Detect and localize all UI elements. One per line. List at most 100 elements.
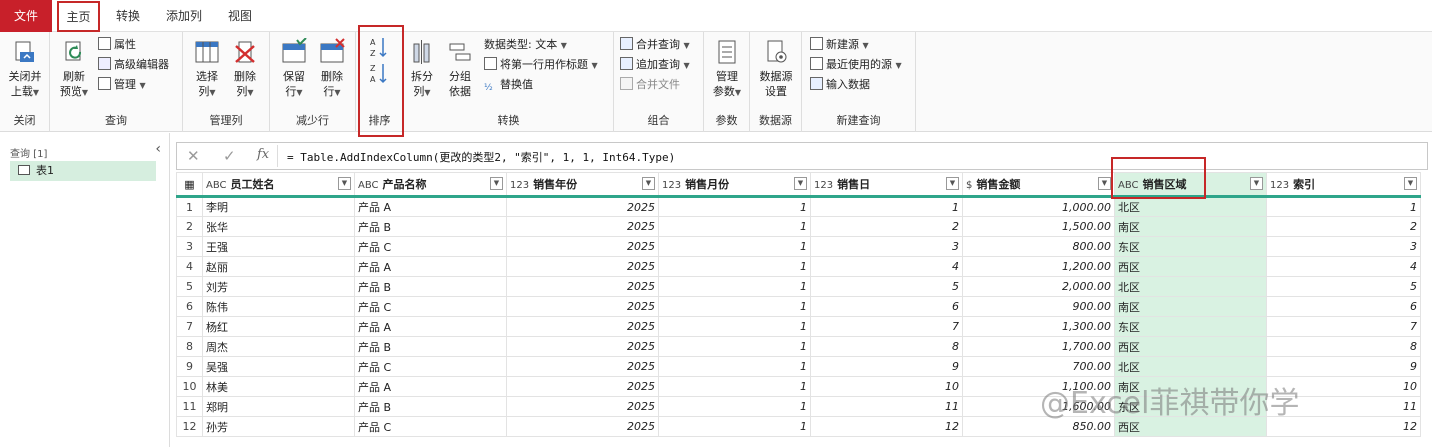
refresh-preview-button[interactable]: 刷新 预览▼ bbox=[56, 38, 92, 100]
table-cell[interactable]: 杨红 bbox=[202, 316, 355, 337]
cancel-icon[interactable]: ✕ bbox=[187, 147, 200, 165]
formula-input[interactable]: = Table.AddIndexColumn(更改的类型2, "索引", 1, … bbox=[287, 149, 675, 165]
table-cell[interactable]: 2025 bbox=[506, 376, 659, 397]
table-cell[interactable]: 产品 B bbox=[354, 396, 507, 417]
row-number[interactable]: 2 bbox=[176, 216, 203, 237]
column-header[interactable]: 123 销售月份 ▼ bbox=[658, 172, 811, 198]
table-cell[interactable]: 1 bbox=[658, 256, 811, 277]
column-header[interactable]: ABC 产品名称 ▼ bbox=[354, 172, 507, 198]
new-source-button[interactable]: 新建源 ▼ bbox=[810, 36, 869, 54]
row-number[interactable]: 3 bbox=[176, 236, 203, 257]
table-cell[interactable]: 7 bbox=[1266, 316, 1421, 337]
table-cell[interactable]: 周杰 bbox=[202, 336, 355, 357]
table-cell[interactable]: 西区 bbox=[1114, 336, 1267, 357]
table-cell[interactable]: 2025 bbox=[506, 316, 659, 337]
column-header[interactable]: ABC 员工姓名 ▼ bbox=[202, 172, 355, 198]
row-number[interactable]: 6 bbox=[176, 296, 203, 317]
table-cell[interactable]: 9 bbox=[810, 356, 963, 377]
table-cell[interactable]: 6 bbox=[1266, 296, 1421, 317]
table-cell[interactable]: 1 bbox=[658, 316, 811, 337]
table-cell[interactable]: 刘芳 bbox=[202, 276, 355, 297]
table-row[interactable]: 8 周杰 产品 B 2025 1 8 1,700.00 西区 8 bbox=[176, 336, 1421, 357]
recent-sources-button[interactable]: 最近使用的源 ▼ bbox=[810, 56, 902, 74]
group-by-button[interactable]: 分组 依据 bbox=[444, 38, 476, 99]
table-cell[interactable]: 北区 bbox=[1114, 196, 1267, 217]
table-cell[interactable]: 6 bbox=[810, 296, 963, 317]
table-cell[interactable]: 南区 bbox=[1114, 296, 1267, 317]
row-number[interactable]: 7 bbox=[176, 316, 203, 337]
close-apply-button[interactable]: 关闭并 上载▼ bbox=[4, 38, 46, 100]
table-cell[interactable]: 林美 bbox=[202, 376, 355, 397]
table-cell[interactable]: 2 bbox=[1266, 216, 1421, 237]
table-row[interactable]: 6 陈伟 产品 C 2025 1 6 900.00 南区 6 bbox=[176, 296, 1421, 317]
table-cell[interactable]: 2025 bbox=[506, 236, 659, 257]
table-cell[interactable]: 产品 A bbox=[354, 196, 507, 217]
table-cell[interactable]: 南区 bbox=[1114, 216, 1267, 237]
advanced-editor-button[interactable]: 高级编辑器 bbox=[98, 56, 169, 74]
table-cell[interactable]: 北区 bbox=[1114, 356, 1267, 377]
table-cell[interactable]: 1 bbox=[658, 276, 811, 297]
row-number[interactable]: 9 bbox=[176, 356, 203, 377]
remove-rows-button[interactable]: 删除 行▼ bbox=[316, 38, 348, 100]
table-cell[interactable]: 2025 bbox=[506, 256, 659, 277]
manage-query-button[interactable]: 管理 ▼ bbox=[98, 76, 146, 94]
table-cell[interactable]: 1 bbox=[1266, 196, 1421, 217]
filter-dropdown-icon[interactable]: ▼ bbox=[946, 177, 959, 190]
filter-dropdown-icon[interactable]: ▼ bbox=[490, 177, 503, 190]
table-cell[interactable]: 5 bbox=[1266, 276, 1421, 297]
table-cell[interactable]: 产品 A bbox=[354, 316, 507, 337]
combine-files-button[interactable]: 合并文件 bbox=[620, 76, 680, 94]
table-cell[interactable]: 1,500.00 bbox=[962, 216, 1115, 237]
merge-queries-button[interactable]: 合并查询 ▼ bbox=[620, 36, 690, 54]
choose-columns-button[interactable]: 选择 列▼ bbox=[191, 38, 223, 100]
table-cell[interactable]: 3 bbox=[810, 236, 963, 257]
table-row[interactable]: 3 王强 产品 C 2025 1 3 800.00 东区 3 bbox=[176, 236, 1421, 257]
filter-dropdown-icon[interactable]: ▼ bbox=[338, 177, 351, 190]
table-cell[interactable]: 产品 C bbox=[354, 416, 507, 437]
table-cell[interactable]: 2025 bbox=[506, 416, 659, 437]
table-cell[interactable]: 李明 bbox=[202, 196, 355, 217]
row-number[interactable]: 8 bbox=[176, 336, 203, 357]
table-cell[interactable]: 4 bbox=[810, 256, 963, 277]
table-cell[interactable]: 9 bbox=[1266, 356, 1421, 377]
datasource-settings-button[interactable]: 数据源 设置 bbox=[754, 38, 798, 99]
table-cell[interactable]: 1 bbox=[658, 416, 811, 437]
table-cell[interactable]: 4 bbox=[1266, 256, 1421, 277]
row-number[interactable]: 10 bbox=[176, 376, 203, 397]
table-cell[interactable]: 2025 bbox=[506, 276, 659, 297]
collapse-chevron-icon[interactable]: ‹ bbox=[155, 141, 161, 157]
tab-view[interactable]: 视图 bbox=[218, 0, 262, 32]
column-header[interactable]: 123 索引 ▼ bbox=[1266, 172, 1421, 198]
table-cell[interactable]: 2,000.00 bbox=[962, 276, 1115, 297]
table-cell[interactable]: 孙芳 bbox=[202, 416, 355, 437]
tab-file[interactable]: 文件 bbox=[0, 0, 52, 32]
table-cell[interactable]: 11 bbox=[810, 396, 963, 417]
row-number[interactable]: 11 bbox=[176, 396, 203, 417]
table-cell[interactable]: 7 bbox=[810, 316, 963, 337]
confirm-icon[interactable]: ✓ bbox=[223, 147, 236, 165]
table-cell[interactable]: 2025 bbox=[506, 296, 659, 317]
replace-values-button[interactable]: ½ 替换值 bbox=[484, 76, 533, 94]
table-cell[interactable]: 产品 C bbox=[354, 236, 507, 257]
table-cell[interactable]: 900.00 bbox=[962, 296, 1115, 317]
table-row[interactable]: 7 杨红 产品 A 2025 1 7 1,300.00 东区 7 bbox=[176, 316, 1421, 337]
table-cell[interactable]: 1 bbox=[658, 296, 811, 317]
table-row[interactable]: 2 张华 产品 B 2025 1 2 1,500.00 南区 2 bbox=[176, 216, 1421, 237]
table-cell[interactable]: 10 bbox=[810, 376, 963, 397]
table-cell[interactable]: 1 bbox=[658, 356, 811, 377]
table-cell[interactable]: 赵丽 bbox=[202, 256, 355, 277]
table-cell[interactable]: 北区 bbox=[1114, 276, 1267, 297]
table-cell[interactable]: 1 bbox=[658, 196, 811, 217]
table-row[interactable]: 9 吴强 产品 C 2025 1 9 700.00 北区 9 bbox=[176, 356, 1421, 377]
table-cell[interactable]: 1 bbox=[658, 216, 811, 237]
table-cell[interactable]: 8 bbox=[1266, 336, 1421, 357]
table-cell[interactable]: 2 bbox=[810, 216, 963, 237]
table-cell[interactable]: 郑明 bbox=[202, 396, 355, 417]
row-number[interactable]: 4 bbox=[176, 256, 203, 277]
table-cell[interactable]: 2025 bbox=[506, 336, 659, 357]
table-cell[interactable]: 800.00 bbox=[962, 236, 1115, 257]
filter-dropdown-icon[interactable]: ▼ bbox=[1404, 177, 1417, 190]
table-cell[interactable]: 产品 B bbox=[354, 336, 507, 357]
table-cell[interactable]: 5 bbox=[810, 276, 963, 297]
remove-columns-button[interactable]: 删除 列▼ bbox=[229, 38, 261, 100]
